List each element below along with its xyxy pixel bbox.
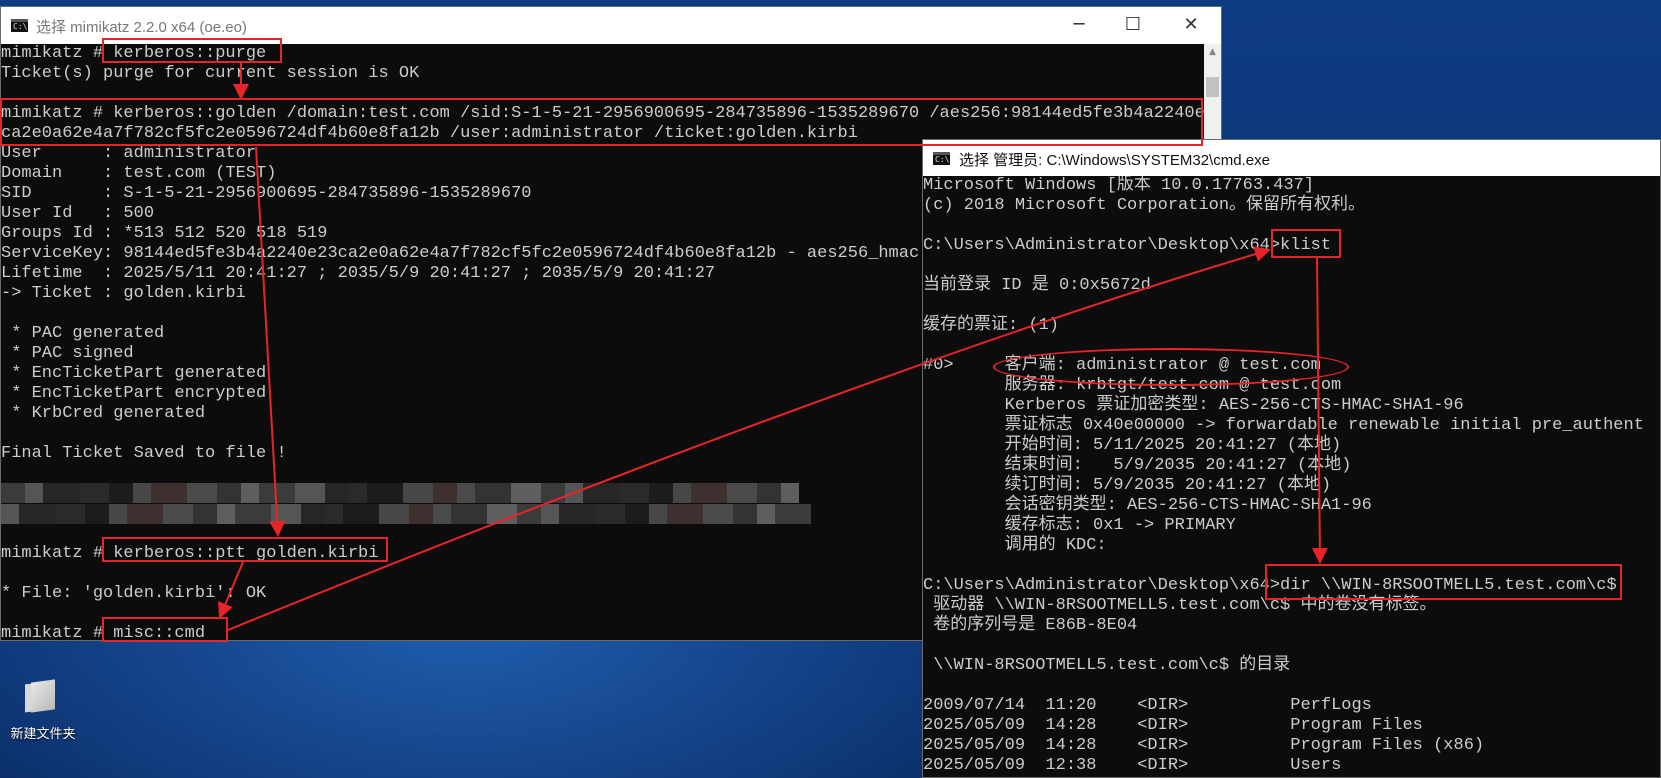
scroll-up-arrow-icon[interactable]: ▲ [1204, 44, 1221, 61]
annotation-box-golden-command [0, 98, 1203, 146]
console-line: 票证标志 0x40e00000 -> forwardable renewable… [923, 416, 1644, 435]
console-app-icon [933, 152, 950, 165]
annotation-box-purge [102, 38, 282, 63]
cmd-console-output[interactable]: Microsoft Windows [版本 10.0.17763.437] (c)… [923, 176, 1660, 777]
desktop-folder-label[interactable]: 新建文件夹 [2, 723, 84, 742]
console-line: 缓存标志: 0x1 -> PRIMARY [923, 516, 1236, 535]
console-line: 续订时间: 5/9/2035 20:41:27 (本地) [923, 476, 1332, 495]
annotation-box-misc-cmd [102, 617, 228, 642]
minimize-button[interactable]: ─ [1051, 7, 1107, 44]
annotation-ellipse-client [993, 348, 1349, 386]
console-line: Kerberos 票证加密类型: AES-256-CTS-HMAC-SHA1-9… [923, 396, 1464, 415]
annotation-box-ptt [102, 537, 388, 562]
annotation-box-dir [1265, 564, 1622, 600]
console-app-icon [11, 19, 28, 32]
maximize-button[interactable]: ☐ [1105, 7, 1161, 44]
folder-icon[interactable] [25, 679, 57, 713]
console-line: 2025/05/09 14:28 <DIR> Program Files [923, 716, 1423, 735]
window-title: 选择 管理员: C:\Windows\SYSTEM32\cmd.exe [959, 152, 1270, 169]
console-line: \\WIN-8RSOOTMELL5.test.com\c$ 的目录 [923, 656, 1291, 675]
console-line: 2025/05/09 12:38 <DIR> Users [923, 756, 1342, 775]
console-line: 缓存的票证: (1) [923, 316, 1060, 335]
console-line: (c) 2018 Microsoft Corporation。保留所有权利。 [923, 196, 1366, 215]
blurred-redacted-text [1, 483, 799, 503]
console-line: 卷的序列号是 E86B-8E04 [923, 616, 1138, 635]
annotation-box-klist [1271, 229, 1341, 258]
blurred-redacted-text [1, 504, 811, 524]
console-line: 2025/05/09 14:28 <DIR> Program Files (x8… [923, 736, 1485, 755]
console-line: 2009/07/14 11:20 <DIR> PerfLogs [923, 696, 1372, 715]
console-line: Ticket(s) purge for current session is O… [1, 64, 420, 83]
console-line: 开始时间: 5/11/2025 20:41:27 (本地) [923, 436, 1342, 455]
close-button[interactable]: ✕ [1163, 7, 1219, 44]
console-line: 结束时间: 5/9/2035 20:41:27 (本地) [923, 456, 1352, 475]
console-line: Microsoft Windows [版本 10.0.17763.437] [923, 176, 1315, 195]
scrollbar-thumb[interactable] [1206, 77, 1219, 97]
console-line: 当前登录 ID 是 0:0x5672d [923, 276, 1151, 295]
window-title: 选择 mimikatz 2.2.0 x64 (oe.eo) [36, 19, 247, 36]
console-line: 调用的 KDC: [923, 536, 1107, 555]
console-line: 会话密钥类型: AES-256-CTS-HMAC-SHA1-96 [923, 496, 1372, 515]
